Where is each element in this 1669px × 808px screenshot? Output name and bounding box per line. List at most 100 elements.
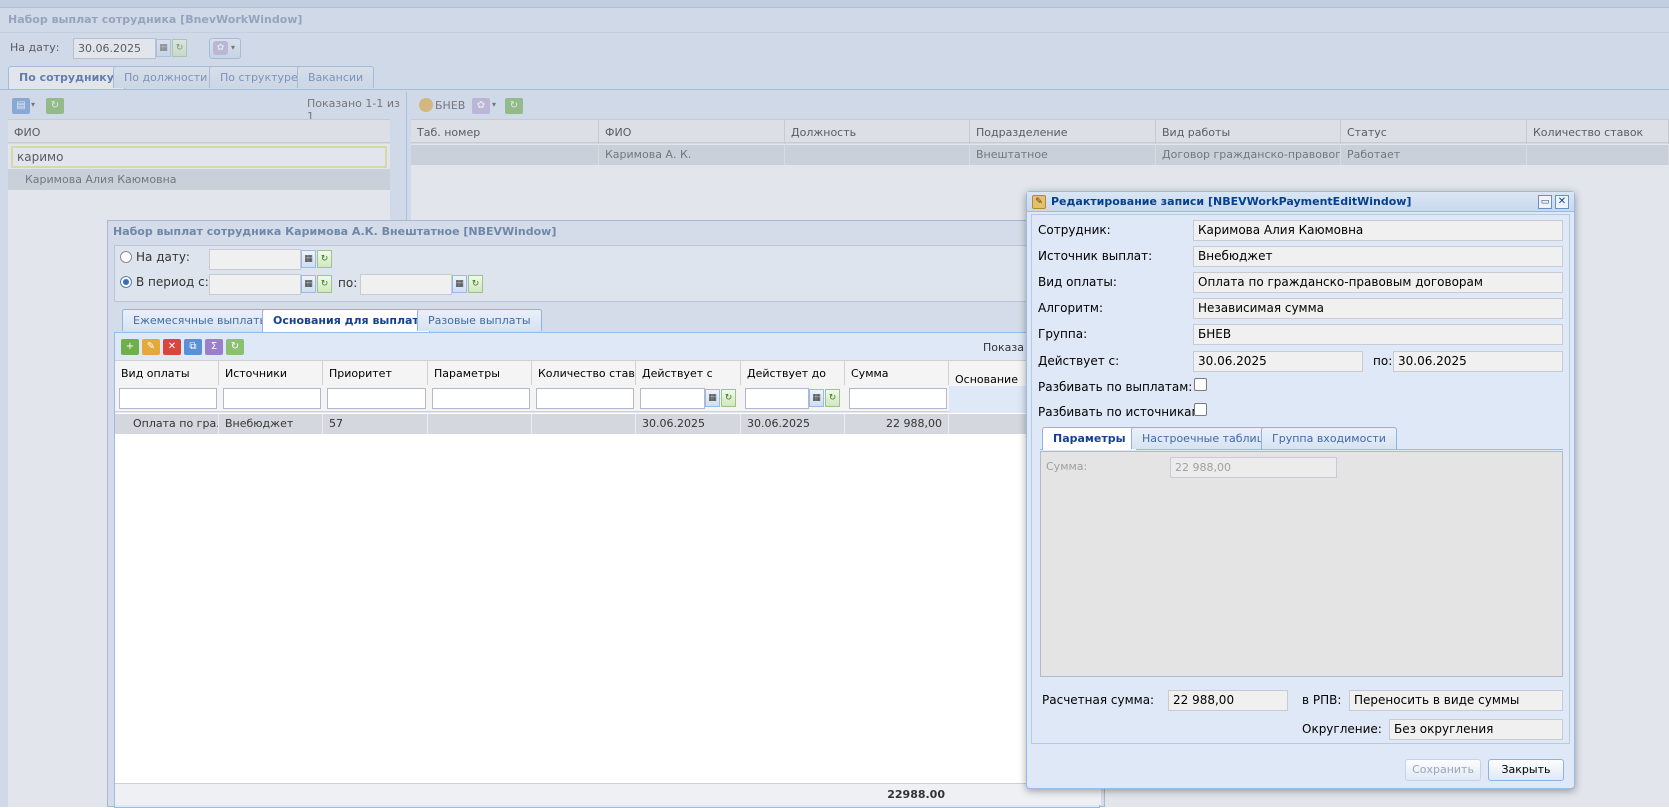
- algorithm-field[interactable]: Независимая сумма: [1193, 298, 1563, 319]
- column-payment-type[interactable]: Вид оплаты: [115, 361, 219, 385]
- rpv-label: в РПВ:: [1302, 693, 1342, 707]
- rounding-label: Округление:: [1302, 722, 1382, 736]
- delete-icon[interactable]: ✕: [163, 339, 181, 355]
- active-to-field[interactable]: 30.06.2025: [1393, 351, 1563, 372]
- filter-sum[interactable]: [849, 388, 947, 409]
- grounds-panel: + ✎ ✕ ⧉ Σ ↻ Показа Вид оплаты Источники …: [114, 332, 1101, 808]
- cell-active-to: 30.06.2025: [741, 414, 845, 434]
- group-label: Группа:: [1038, 327, 1088, 341]
- column-priority[interactable]: Приоритет: [323, 361, 428, 385]
- add-icon[interactable]: +: [121, 339, 139, 355]
- payment-type-label: Вид оплаты:: [1038, 275, 1117, 289]
- edit-icon[interactable]: ✎: [142, 339, 160, 355]
- filter-active-to[interactable]: [745, 388, 809, 409]
- radio-date[interactable]: [120, 251, 132, 263]
- table-row[interactable]: Оплата по гра... Внебюджет 57 30.06.2025…: [115, 414, 1101, 434]
- period-to-label: по:: [338, 276, 358, 290]
- filter-parameters[interactable]: [432, 388, 530, 409]
- tab-parameters[interactable]: Параметры: [1042, 427, 1137, 450]
- column-active-from[interactable]: Действует с: [636, 361, 741, 385]
- cell-active-from: 30.06.2025: [636, 414, 741, 434]
- refresh-date-icon[interactable]: ↻: [317, 250, 332, 268]
- nbev-window: Набор выплат сотрудника Каримова А.К. Вн…: [107, 220, 1105, 808]
- date-input[interactable]: [209, 249, 301, 270]
- grounds-summary-row: 22988.00: [115, 783, 1101, 805]
- edit-window-header: ✎ Редактирование записи [NBEVWorkPayment…: [1027, 192, 1574, 212]
- tab-monthly-payments[interactable]: Ежемесячные выплаты: [122, 309, 280, 331]
- column-sum[interactable]: Сумма: [845, 361, 949, 385]
- split-sources-checkbox[interactable]: [1194, 403, 1207, 416]
- split-sources-label: Разбивать по источникам:: [1038, 405, 1205, 419]
- close-icon[interactable]: ✕: [1555, 195, 1569, 209]
- active-from-label: Действует с:: [1038, 354, 1120, 368]
- edit-window: ✎ Редактирование записи [NBEVWorkPayment…: [1026, 191, 1575, 789]
- cell-rate-count: [532, 414, 636, 434]
- split-payments-label: Разбивать по выплатам:: [1038, 380, 1193, 394]
- employee-field[interactable]: Каримова Алия Каюмовна: [1193, 220, 1563, 241]
- sum-icon[interactable]: Σ: [205, 339, 223, 355]
- refresh-date-icon[interactable]: ↻: [468, 275, 483, 293]
- period-to-input[interactable]: [360, 274, 452, 295]
- param-sum-label: Сумма:: [1046, 460, 1088, 473]
- refresh-date-icon[interactable]: ↻: [825, 389, 840, 407]
- save-button[interactable]: Сохранить: [1405, 759, 1481, 781]
- total-sum: 22988.00: [887, 788, 945, 801]
- column-parameters[interactable]: Параметры: [428, 361, 532, 385]
- params-panel: [1040, 451, 1563, 677]
- rounding-field[interactable]: Без округления: [1389, 719, 1563, 740]
- calendar-icon[interactable]: ▦: [705, 389, 720, 407]
- column-active-to[interactable]: Действует до: [741, 361, 845, 385]
- split-payments-checkbox[interactable]: [1194, 378, 1207, 391]
- filter-priority[interactable]: [327, 388, 426, 409]
- group-field[interactable]: БНЕВ: [1193, 324, 1563, 345]
- grounds-filter-row: ▦ ↻ ▦ ↻: [115, 386, 949, 412]
- calendar-icon[interactable]: ▦: [452, 275, 467, 293]
- refresh-icon[interactable]: ↻: [226, 339, 244, 355]
- calendar-icon[interactable]: ▦: [301, 275, 316, 293]
- param-sum-field: 22 988,00: [1170, 457, 1337, 478]
- grounds-grid-body: [115, 413, 1101, 783]
- filter-sources[interactable]: [223, 388, 321, 409]
- payment-source-field[interactable]: Внебюджет: [1193, 246, 1563, 267]
- column-rate-count[interactable]: Количество став...: [532, 361, 636, 385]
- close-button[interactable]: Закрыть: [1488, 759, 1564, 781]
- employee-label: Сотрудник:: [1038, 223, 1111, 237]
- payment-source-label: Источник выплат:: [1038, 249, 1153, 263]
- radio-period-label: В период с:: [136, 275, 209, 289]
- period-area: На дату: ▦ ↻ В период с: ▦ ↻ по: ▦ ↻: [114, 245, 1100, 302]
- nbev-window-title: Набор выплат сотрудника Каримова А.К. Вн…: [113, 225, 557, 238]
- filter-rate-count[interactable]: [536, 388, 634, 409]
- cell-sources: Внебюджет: [219, 414, 323, 434]
- tab-membership-group[interactable]: Группа входимости: [1261, 427, 1397, 449]
- filter-active-from[interactable]: [640, 388, 705, 409]
- tab-payment-grounds[interactable]: Основания для выплат: [262, 309, 430, 332]
- refresh-date-icon[interactable]: ↻: [317, 275, 332, 293]
- calc-sum-field[interactable]: 22 988,00: [1168, 690, 1288, 711]
- tab-one-time-payments[interactable]: Разовые выплаты: [417, 309, 542, 331]
- edit-window-title: Редактирование записи [NBEVWorkPaymentEd…: [1051, 195, 1412, 208]
- rpv-field[interactable]: Переносить в виде суммы: [1349, 690, 1563, 711]
- calendar-icon[interactable]: ▦: [301, 250, 316, 268]
- refresh-date-icon[interactable]: ↻: [721, 389, 736, 407]
- radio-date-label: На дату:: [136, 250, 190, 264]
- copy-icon[interactable]: ⧉: [184, 339, 202, 355]
- radio-dot: [123, 279, 129, 285]
- algorithm-label: Алгоритм:: [1038, 301, 1104, 315]
- edit-record-icon: ✎: [1032, 195, 1046, 209]
- cell-priority: 57: [323, 414, 428, 434]
- grounds-grid-header: Вид оплаты Источники Приоритет Параметры…: [115, 360, 1101, 397]
- cell-parameters: [428, 414, 532, 434]
- active-from-field[interactable]: 30.06.2025: [1193, 351, 1363, 372]
- active-to-label: по:: [1373, 354, 1393, 368]
- cell-payment-type: Оплата по гра...: [115, 414, 219, 434]
- calc-sum-label: Расчетная сумма:: [1042, 693, 1155, 707]
- radio-period[interactable]: [120, 276, 132, 288]
- period-from-input[interactable]: [209, 274, 301, 295]
- calendar-icon[interactable]: ▦: [809, 389, 824, 407]
- maximize-icon[interactable]: ▭: [1538, 195, 1552, 209]
- cell-sum: 22 988,00: [845, 414, 949, 434]
- shown-count: Показа: [983, 341, 1024, 354]
- payment-type-field[interactable]: Оплата по гражданско-правовым договорам: [1193, 272, 1563, 293]
- column-sources[interactable]: Источники: [219, 361, 323, 385]
- filter-payment-type[interactable]: [119, 388, 217, 409]
